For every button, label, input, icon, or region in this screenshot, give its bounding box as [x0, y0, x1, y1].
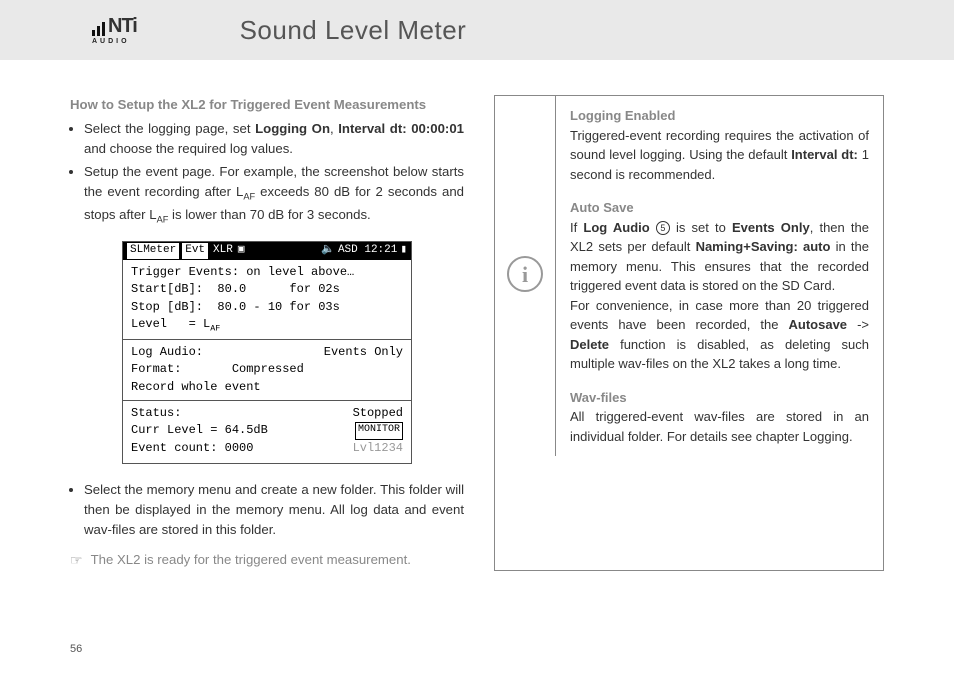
text-bold: Delete — [570, 337, 609, 352]
left-heading: How to Setup the XL2 for Triggered Event… — [70, 95, 464, 115]
info-h1: Logging Enabled — [570, 106, 869, 126]
text-bold: Log Audio — [583, 220, 649, 235]
text: Curr Level = 64.5dB — [131, 422, 268, 439]
left-column: How to Setup the XL2 for Triggered Event… — [70, 95, 464, 571]
logo-subtitle: AUDIO — [92, 38, 130, 45]
ss-tab-main: SLMeter — [127, 243, 179, 259]
circled-5-icon: 5 — [656, 221, 670, 235]
divider — [123, 339, 411, 340]
text-sub: AF — [210, 324, 220, 334]
info-p4: All triggered-event wav-files are stored… — [570, 407, 869, 446]
setup-steps-list: Select the logging page, set Logging On,… — [70, 119, 464, 227]
text: function is disabled, as deleting such m… — [570, 337, 869, 372]
ss-tab-evt: Evt — [182, 243, 208, 259]
text: is set to — [670, 220, 732, 235]
text-sub: AF — [157, 214, 169, 224]
ready-line: ☞ The XL2 is ready for the triggered eve… — [70, 550, 464, 571]
logo-main: NTi — [92, 16, 137, 36]
ready-text: The XL2 is ready for the triggered event… — [91, 550, 411, 570]
ss-record-row: Record whole event — [131, 379, 403, 396]
text: Event count: 0000 — [131, 440, 253, 457]
info-p2: If Log Audio 5 is set to Events Only, th… — [570, 218, 869, 296]
text: and choose the required log values. — [84, 141, 293, 156]
pointer-icon: ☞ — [70, 550, 83, 571]
page-number: 56 — [70, 643, 82, 655]
ss-status-row: Status: Stopped — [131, 405, 403, 422]
text-bold: Events Only — [732, 220, 810, 235]
text: If — [570, 220, 583, 235]
ss-count-row: Event count: 0000 Lvl1234 — [131, 440, 403, 457]
info-content: Logging Enabled Triggered-event recordin… — [555, 96, 883, 456]
text-bold: Naming+Saving: auto — [696, 239, 831, 254]
text: Events Only — [324, 344, 403, 361]
right-column: i Logging Enabled Triggered-event record… — [494, 95, 884, 571]
logo-text: NTi — [108, 16, 137, 36]
device-screenshot: SLMeter Evt XLR ▣ 🔈 ASD 12:21 ▮ Trigger … — [122, 241, 412, 464]
info-box: i Logging Enabled Triggered-event record… — [494, 95, 884, 571]
info-h3: Wav-files — [570, 388, 869, 408]
list-item: Setup the event page. For example, the s… — [84, 162, 464, 227]
divider — [123, 400, 411, 401]
text: Level = L — [131, 317, 210, 331]
text: Log Audio: — [131, 344, 203, 361]
ss-stop-row: Stop [dB]: 80.0 - 10 for 03s — [131, 299, 403, 316]
content-area: How to Setup the XL2 for Triggered Event… — [0, 60, 954, 571]
ss-curr-row: Curr Level = 64.5dB MONITOR — [131, 422, 403, 439]
ss-level-row: Level = LAF — [131, 316, 403, 335]
info-icon-cell: i — [495, 96, 555, 292]
ss-body: Trigger Events: on level above… Start[dB… — [123, 260, 411, 463]
logo-bars-icon — [92, 22, 105, 36]
ss-format-row: Format: Compressed — [131, 361, 403, 378]
speaker-icon: 🔈 — [321, 243, 335, 259]
ss-tab-xlr: XLR — [211, 243, 235, 259]
header-bar: NTi AUDIO Sound Level Meter — [0, 0, 954, 60]
text: Status: — [131, 405, 181, 422]
monitor-badge: MONITOR — [355, 422, 403, 439]
text: Select the logging page, set — [84, 121, 255, 136]
page-title: Sound Level Meter — [240, 15, 467, 46]
text-bold: Autosave — [789, 317, 848, 332]
sd-icon: ▣ — [238, 243, 245, 259]
text: Stopped — [353, 405, 403, 422]
ss-start-row: Start[dB]: 80.0 for 02s — [131, 281, 403, 298]
ss-clock: ASD 12:21 — [338, 243, 397, 259]
info-p1: Triggered-event recording requires the a… — [570, 126, 869, 185]
text-dim: Lvl1234 — [353, 440, 403, 457]
list-item: Select the memory menu and create a new … — [84, 480, 464, 539]
battery-icon: ▮ — [400, 243, 407, 259]
ss-trigger-header: Trigger Events: on level above… — [131, 264, 403, 281]
text-bold: Interval dt: — [791, 147, 858, 162]
info-icon: i — [507, 256, 543, 292]
brand-logo: NTi AUDIO — [70, 16, 130, 45]
info-h2: Auto Save — [570, 198, 869, 218]
text: is lower than 70 dB for 3 seconds. — [168, 207, 370, 222]
text: -> — [847, 317, 869, 332]
setup-steps-list-2: Select the memory menu and create a new … — [70, 480, 464, 539]
ss-titlebar: SLMeter Evt XLR ▣ 🔈 ASD 12:21 ▮ — [123, 242, 411, 260]
text-bold: Logging On — [255, 121, 330, 136]
text-sub: AF — [243, 192, 255, 202]
info-p3: For convenience, in case more than 20 tr… — [570, 296, 869, 374]
ss-log-audio-row: Log Audio: Events Only — [131, 344, 403, 361]
text-bold: Interval dt: 00:00:01 — [338, 121, 464, 136]
list-item: Select the logging page, set Logging On,… — [84, 119, 464, 159]
